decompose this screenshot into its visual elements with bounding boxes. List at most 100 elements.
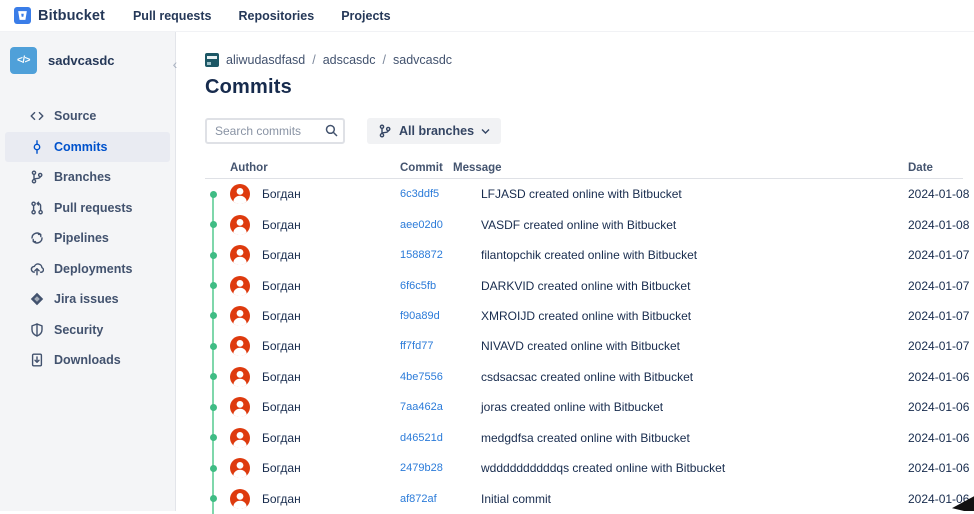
commit-hash-link[interactable]: d46521d <box>400 432 453 444</box>
nav-repositories[interactable]: Repositories <box>238 9 314 23</box>
commit-message[interactable]: wddddddddddqs created online with Bitbuc… <box>453 461 888 475</box>
commit-message[interactable]: filantopchik created online with Bitbuck… <box>453 248 888 262</box>
commit-message[interactable]: joras created online with Bitbucket <box>453 400 888 414</box>
sidebar-item-source[interactable]: Source <box>5 101 170 132</box>
commit-hash-link[interactable]: ff7fd77 <box>400 340 453 352</box>
commit-author: Богдан <box>260 187 400 201</box>
commit-author: Богдан <box>260 492 400 506</box>
sidebar-item-downloads[interactable]: Downloads <box>5 345 170 376</box>
commit-message[interactable]: csdsacsac created online with Bitbucket <box>453 370 888 384</box>
workspace-avatar-icon <box>205 53 219 67</box>
sidebar-item-pipelines[interactable]: Pipelines <box>5 223 170 254</box>
bitbucket-logo-icon <box>14 7 31 24</box>
commit-graph-dot-icon <box>210 404 217 411</box>
commit-message[interactable]: medgdfsa created online with Bitbucket <box>453 431 888 445</box>
commit-date: 2024-01-07 <box>888 339 963 353</box>
commit-graph-dot-icon <box>210 312 217 319</box>
chevron-down-icon <box>481 128 490 135</box>
commit-row: Богдан1588872filantopchik created online… <box>205 240 963 270</box>
brand-name: Bitbucket <box>38 8 105 24</box>
search-commits-input[interactable] <box>205 118 345 144</box>
commit-date: 2024-01-06 <box>888 461 963 475</box>
breadcrumb: aliwudasdfasd/adscasdc/sadvcasdc <box>205 52 963 68</box>
commit-hash-link[interactable]: 6c3ddf5 <box>400 188 453 200</box>
table-body: Богдан6c3ddf5LFJASD created online with … <box>205 179 963 514</box>
author-avatar-icon <box>230 215 250 235</box>
sidebar-item-label: Security <box>54 323 103 337</box>
branch-filter-button[interactable]: All branches <box>367 118 501 144</box>
sidebar-item-branches[interactable]: Branches <box>5 162 170 193</box>
commit-hash-link[interactable]: 2479b28 <box>400 462 453 474</box>
commit-author: Богдан <box>260 248 400 262</box>
breadcrumb-link[interactable]: aliwudasdfasd <box>226 53 305 67</box>
commit-hash-link[interactable]: 1588872 <box>400 249 453 261</box>
commit-graph-dot-icon <box>210 221 217 228</box>
downloads-icon <box>29 353 44 368</box>
repo-sidebar: </> sadvcasdc ‹ SourceCommitsBranchesPul… <box>0 32 176 511</box>
author-avatar-icon <box>230 245 250 265</box>
commit-date: 2024-01-08 <box>888 187 963 201</box>
header-author: Author <box>230 162 400 174</box>
commit-graph-dot-icon <box>210 465 217 472</box>
sidebar-item-pull-requests[interactable]: Pull requests <box>5 193 170 224</box>
breadcrumb-link[interactable]: sadvcasdc <box>393 53 452 67</box>
sidebar-nav: Source Commits Branches Pull requestsPipeli… <box>0 101 175 376</box>
commit-message[interactable]: DARKVID created online with Bitbucket <box>453 279 888 293</box>
bitbucket-brand[interactable]: Bitbucket <box>14 7 105 24</box>
commit-hash-link[interactable]: 7aa462a <box>400 401 453 413</box>
sidebar-item-label: Source <box>54 109 96 123</box>
commit-graph-dot-icon <box>210 282 217 289</box>
author-avatar-icon <box>230 276 250 296</box>
commit-date: 2024-01-07 <box>888 309 963 323</box>
sidebar-item-label: Commits <box>54 140 107 154</box>
commit-hash-link[interactable]: 4be7556 <box>400 371 453 383</box>
commit-hash-link[interactable]: af872af <box>400 493 453 505</box>
commit-author: Богдан <box>260 279 400 293</box>
commit-message[interactable]: NIVAVD created online with Bitbucket <box>453 339 888 353</box>
commit-author: Богдан <box>260 431 400 445</box>
sidebar-item-jira-issues[interactable]: Jira issues <box>5 284 170 315</box>
main-content: aliwudasdfasd/adscasdc/sadvcasdc Commits… <box>176 32 974 511</box>
commit-author: Богдан <box>260 339 400 353</box>
author-avatar-icon <box>230 336 250 356</box>
commit-row: Богдан7aa462ajoras created online with B… <box>205 392 963 422</box>
sidebar-item-label: Deployments <box>54 262 133 276</box>
commits-table: Author Commit Message Date Богдан6c3ddf5… <box>205 157 963 514</box>
author-avatar-icon <box>230 184 250 204</box>
table-header-row: Author Commit Message Date <box>205 157 963 179</box>
commit-message[interactable]: LFJASD created online with Bitbucket <box>453 187 888 201</box>
commit-hash-link[interactable]: aee02d0 <box>400 219 453 231</box>
commit-row: Богданaee02d0VASDF created online with B… <box>205 209 963 239</box>
commit-row: Богданaf872afInitial commit2024-01-06 <box>205 483 963 513</box>
commit-graph-dot-icon <box>210 191 217 198</box>
breadcrumb-link[interactable]: adscasdc <box>323 53 376 67</box>
commit-date: 2024-01-06 <box>888 492 963 506</box>
page-title: Commits <box>205 76 963 99</box>
pipelines-icon <box>29 231 44 246</box>
sidebar-item-commits[interactable]: Commits <box>5 132 170 163</box>
commit-hash-link[interactable]: f90a89d <box>400 310 453 322</box>
repo-header[interactable]: </> sadvcasdc <box>0 46 175 74</box>
sidebar-item-label: Branches <box>54 170 111 184</box>
commit-message[interactable]: Initial commit <box>453 492 888 506</box>
header-message: Message <box>453 162 888 174</box>
repo-avatar: </> <box>10 47 37 74</box>
commit-graph-dot-icon <box>210 495 217 502</box>
commit-graph-dot-icon <box>210 434 217 441</box>
commit-hash-link[interactable]: 6f6c5fb <box>400 280 453 292</box>
author-avatar-icon <box>230 489 250 509</box>
commit-message[interactable]: XMROIJD created online with Bitbucket <box>453 309 888 323</box>
repo-name: sadvcasdc <box>48 53 115 68</box>
commit-graph-dot-icon <box>210 373 217 380</box>
pull-request-icon <box>29 200 44 215</box>
nav-pull-requests[interactable]: Pull requests <box>133 9 212 23</box>
sidebar-item-label: Jira issues <box>54 292 119 306</box>
sidebar-item-deployments[interactable]: Deployments <box>5 254 170 285</box>
commit-message[interactable]: VASDF created online with Bitbucket <box>453 218 888 232</box>
code-icon <box>29 109 44 124</box>
sidebar-item-security[interactable]: Security <box>5 315 170 346</box>
nav-projects[interactable]: Projects <box>341 9 390 23</box>
sidebar-collapse-button[interactable]: ‹ <box>167 56 183 72</box>
commit-date: 2024-01-06 <box>888 370 963 384</box>
author-avatar-icon <box>230 458 250 478</box>
